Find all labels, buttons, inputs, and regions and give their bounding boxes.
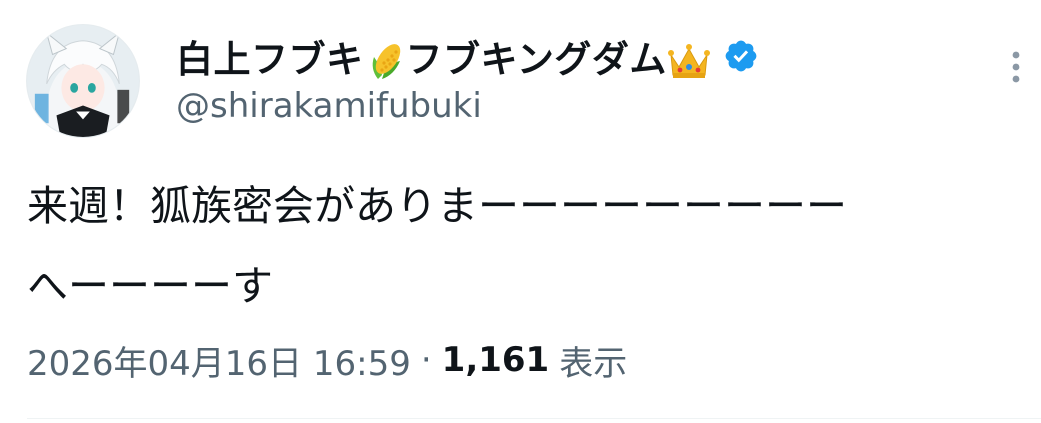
display-name-part-1: 白上フブキ: [176, 37, 364, 81]
tweet-card: 白上フブキ フブキングダム @shirakamifubuki 来週！狐族密会があ…: [0, 0, 1041, 423]
avatar-image: [27, 25, 139, 137]
corn-icon: [364, 39, 406, 83]
display-name[interactable]: 白上フブキ フブキングダム: [176, 29, 711, 84]
tweet-text: 来週！狐族密会がありまーーーーーーーーー へーーーーす: [27, 182, 847, 310]
user-name-row[interactable]: 白上フブキ フブキングダム: [176, 28, 759, 84]
views-label: 表示: [559, 343, 628, 384]
tweet-date: 2026年04月16日: [27, 343, 303, 384]
tweet-timestamp[interactable]: 2026年04月16日 16:59: [27, 336, 411, 385]
tweet-time: 16:59: [312, 343, 411, 384]
divider: [27, 418, 1041, 419]
crown-icon: [667, 41, 711, 81]
display-name-part-2: フブキングダム: [405, 37, 667, 81]
verified-badge-icon[interactable]: [723, 38, 759, 74]
user-handle[interactable]: @shirakamifubuki: [176, 86, 482, 126]
more-vertical-icon[interactable]: [998, 44, 1034, 90]
meta-separator: ·: [420, 340, 432, 380]
views-count[interactable]: 1,161: [442, 340, 550, 380]
tweet-meta: 2026年04月16日 16:59 · 1,161 表示: [27, 336, 627, 384]
avatar[interactable]: [26, 24, 140, 138]
